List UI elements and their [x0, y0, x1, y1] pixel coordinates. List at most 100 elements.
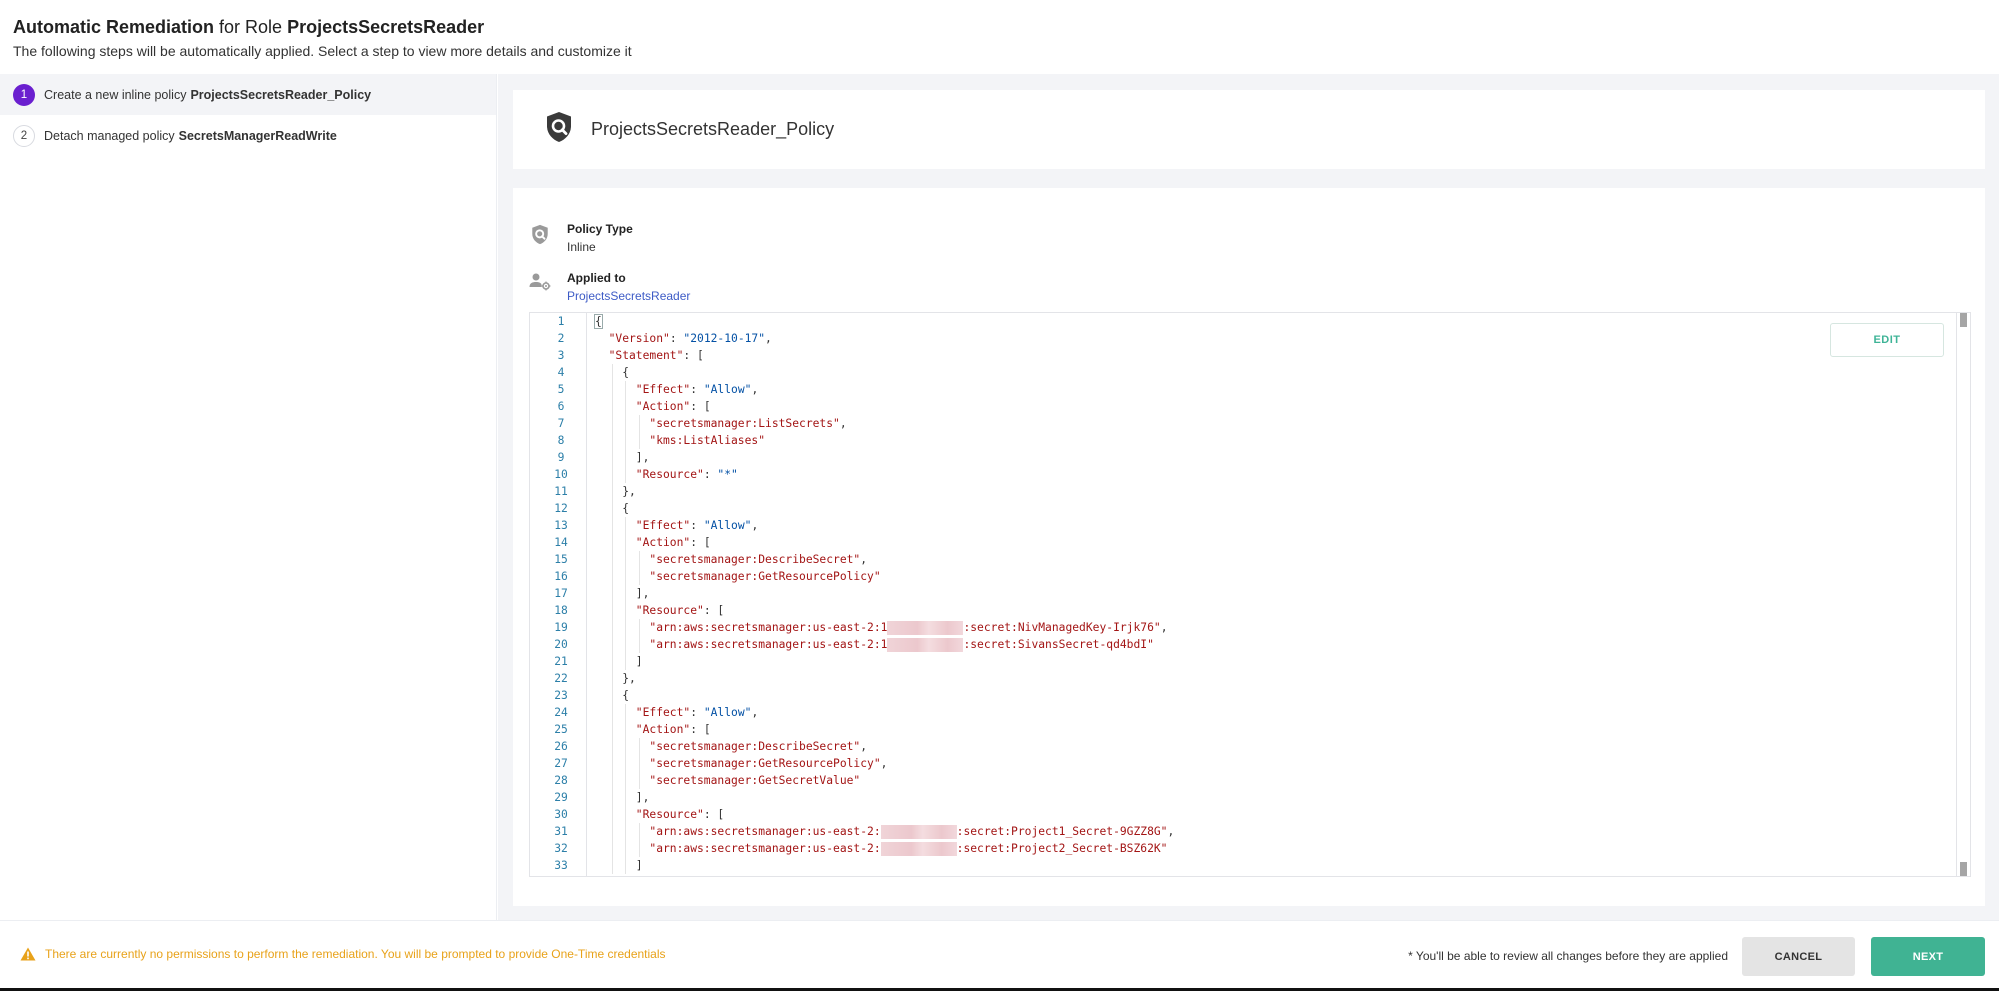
indent-guide	[611, 789, 613, 806]
indent-guide	[611, 585, 613, 602]
code-line: "Action": [	[587, 398, 1956, 415]
indent-guide	[625, 551, 627, 568]
json-punctuation: {	[594, 314, 603, 329]
indent-guide	[611, 551, 613, 568]
edit-button[interactable]: EDIT	[1830, 323, 1944, 357]
indent-guide	[611, 823, 613, 840]
indent-guide	[611, 602, 613, 619]
warning-triangle-icon	[20, 947, 36, 961]
json-string: "arn:aws:secretsmanager:us-east-2:1	[649, 621, 888, 634]
indent-guide	[638, 415, 640, 432]
indent-guide	[625, 721, 627, 738]
json-value: "2012-10-17"	[683, 332, 766, 345]
indent-guide	[625, 398, 627, 415]
line-number: 8	[557, 434, 565, 447]
code-line: "arn:aws:secretsmanager:us-east-2:1:secr…	[587, 619, 1956, 636]
step-item-2[interactable]: 2 Detach managed policy SecretsManagerRe…	[0, 115, 496, 156]
code-line: {	[587, 500, 1956, 517]
redacted-account-id	[887, 638, 964, 652]
line-number: 20	[554, 638, 568, 651]
indent-guide	[611, 721, 613, 738]
next-button[interactable]: NEXT	[1871, 937, 1985, 976]
line-number: 3	[557, 349, 565, 362]
line-number: 9	[557, 451, 565, 464]
indent-guide	[611, 755, 613, 772]
indent-guide	[611, 466, 613, 483]
code-line: "Effect": "Allow",	[587, 704, 1956, 721]
json-key: "Action"	[635, 400, 691, 413]
vertical-scrollbar[interactable]	[1956, 313, 1970, 876]
json-punctuation: {	[622, 502, 629, 515]
code-line: ],	[587, 789, 1956, 806]
code-line: ]	[587, 857, 1956, 874]
json-string: "arn:aws:secretsmanager:us-east-2:1	[649, 638, 888, 651]
json-punctuation: ,	[751, 519, 759, 532]
policy-type-label: Policy Type	[567, 222, 633, 236]
indent-guide	[611, 738, 613, 755]
line-number: 27	[554, 757, 568, 770]
json-punctuation: ,	[765, 332, 772, 345]
policy-json-editor[interactable]: 1 2 3 4 5 6 7 8 9 10 11 12 13 14 15 16 17 18 19 20 21 22 23 24 2…	[529, 312, 1971, 877]
policy-type-value: Inline	[567, 240, 596, 254]
line-number: 31	[554, 825, 568, 838]
line-number: 6	[557, 400, 565, 413]
step-policy-name: SecretsManagerReadWrite	[178, 128, 337, 143]
code-line: ],	[587, 585, 1956, 602]
indent-guide	[611, 432, 613, 449]
code-line: "secretsmanager:GetResourcePolicy"	[587, 568, 1956, 585]
json-punctuation: ],	[635, 451, 650, 464]
indent-guide	[625, 568, 627, 585]
line-number: 19	[554, 621, 568, 634]
indent-guide	[625, 602, 627, 619]
user-gear-icon	[529, 271, 551, 303]
json-string: "secretsmanager:GetResourcePolicy"	[649, 757, 881, 770]
json-punctuation: ]	[635, 859, 643, 872]
json-punctuation: ,	[860, 740, 868, 753]
line-number: 5	[557, 383, 565, 396]
line-number: 26	[554, 740, 568, 753]
code-line: "Version": "2012-10-17",	[587, 330, 1956, 347]
indent-guide	[611, 806, 613, 823]
json-punctuation: ,	[880, 757, 888, 770]
scrollbar-thumb[interactable]	[1960, 313, 1967, 327]
step-policy-name: ProjectsSecretsReader_Policy	[190, 87, 372, 102]
line-number: 15	[554, 553, 568, 566]
indent-guide	[638, 772, 640, 789]
json-key: "Resource"	[635, 808, 704, 821]
json-key: "Effect"	[635, 706, 691, 719]
json-punctuation: :	[690, 519, 704, 532]
indent-guide	[638, 432, 640, 449]
code-line: "Resource": "*"	[587, 466, 1956, 483]
line-number: 4	[557, 366, 565, 379]
line-number: 7	[557, 417, 565, 430]
warning-text: There are currently no permissions to pe…	[45, 947, 666, 961]
line-number: 33	[554, 859, 568, 872]
indent-guide	[638, 738, 640, 755]
indent-guide	[638, 551, 640, 568]
indent-guide	[625, 517, 627, 534]
step-item-1[interactable]: 1 Create a new inline policy ProjectsSec…	[0, 74, 496, 115]
footer-bar: There are currently no permissions to pe…	[0, 920, 1999, 991]
indent-guide	[625, 449, 627, 466]
step-text: Detach managed policy	[44, 128, 175, 143]
json-punctuation: ,	[860, 553, 868, 566]
steps-sidebar: 1 Create a new inline policy ProjectsSec…	[0, 74, 497, 920]
code-line: "kms:ListAliases"	[587, 432, 1956, 449]
indent-guide	[625, 823, 627, 840]
json-punctuation: ,	[1160, 621, 1168, 634]
json-punctuation: },	[622, 672, 636, 685]
code-line: "Resource": [	[587, 806, 1956, 823]
indent-guide	[611, 449, 613, 466]
json-key: "Resource"	[635, 604, 704, 617]
applied-to-role-link[interactable]: ProjectsSecretsReader	[567, 289, 690, 303]
json-punctuation: :	[690, 383, 704, 396]
code-area[interactable]: {"Version": "2012-10-17", "Statement": [{…	[587, 313, 1956, 876]
json-string: "secretsmanager:DescribeSecret"	[649, 553, 861, 566]
code-line: "arn:aws:secretsmanager:us-east-2::secre…	[587, 840, 1956, 857]
line-number: 11	[554, 485, 568, 498]
indent-guide	[625, 653, 627, 670]
cancel-button[interactable]: CANCEL	[1742, 937, 1855, 976]
policy-details-card: Policy Type Inline Applied to ProjectsSe…	[513, 188, 1985, 906]
json-punctuation: ],	[635, 587, 650, 600]
code-line: "arn:aws:secretsmanager:us-east-2::secre…	[587, 823, 1956, 840]
